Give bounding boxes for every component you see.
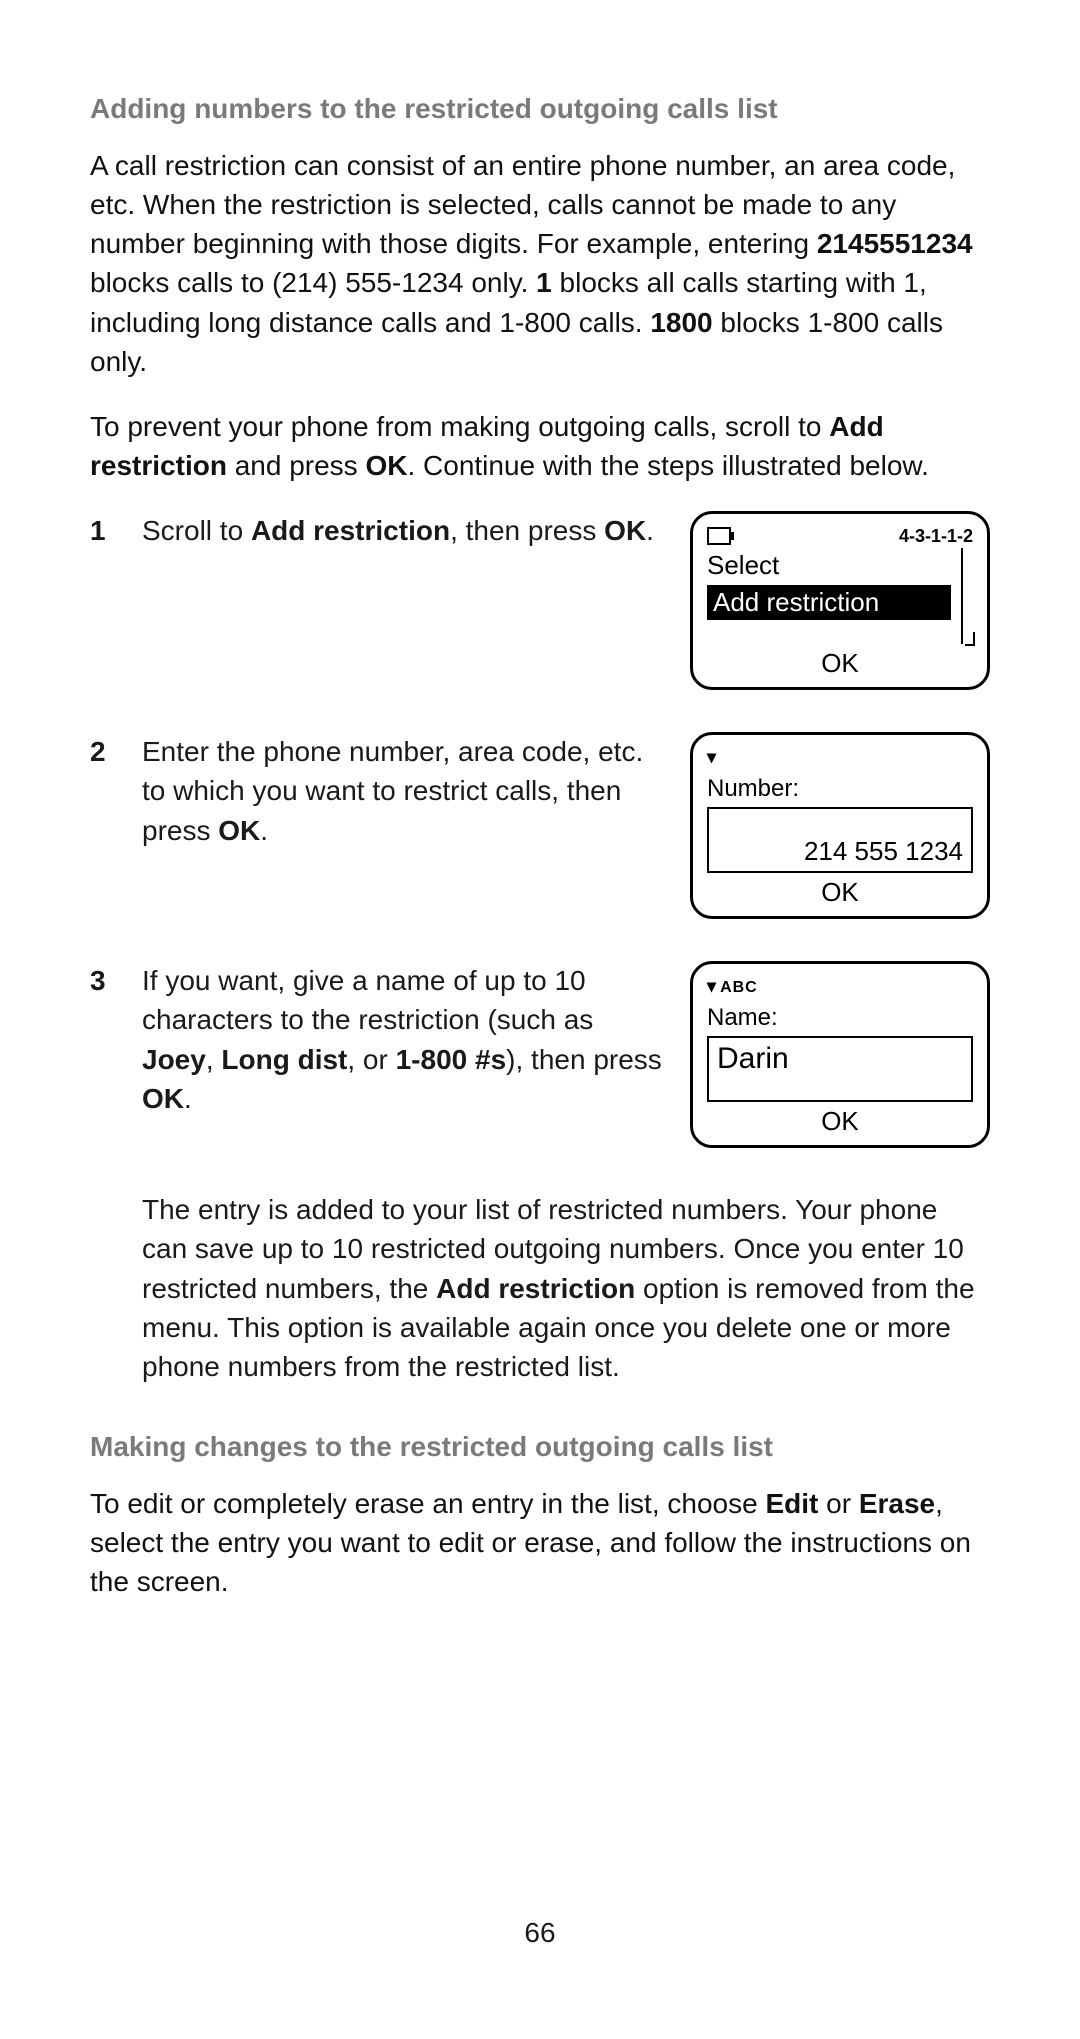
page-number: 66 [0,1917,1080,1949]
step-number: 1 [90,511,120,550]
steps-list: 1 Scroll to Add restriction, then press … [90,511,990,1386]
text-bold: Add restriction [436,1273,635,1304]
text: , then press [450,515,604,546]
step-2: 2 Enter the phone number, area code, etc… [90,732,990,919]
softkey-ok: OK [707,648,973,679]
name-input: Darin [707,1036,973,1102]
text-bold: OK [604,515,646,546]
softkey-ok: OK [707,877,973,908]
text-bold: 1800 [650,307,712,338]
text-bold: 1 [536,267,552,298]
number-input: 214 555 1234 [707,807,973,873]
scrollbar [961,548,973,644]
field-label: Number: [707,775,973,803]
text-bold: OK [365,450,407,481]
screen-highlighted-item: Add restriction [707,585,951,620]
signal-icon: ▾ [707,976,715,996]
status-icons: ▾ ABC [707,976,758,997]
text: . [646,515,654,546]
text: . [184,1083,192,1114]
text-bold: 2145551234 [817,228,973,259]
menu-path: 4-3-1-1-2 [899,526,973,547]
phone-screen-number: ▾ Number: 214 555 1234 OK [690,732,990,919]
step-3-continuation: The entry is added to your list of restr… [142,1190,990,1386]
text-bold: Erase [859,1488,935,1519]
step-number: 3 [90,961,120,1000]
text-bold: Add restriction [251,515,450,546]
text: blocks calls to (214) 555-1234 only. [90,267,536,298]
intro-paragraph-2: To prevent your phone from making outgoi… [90,407,990,485]
input-value: 214 555 1234 [804,836,963,867]
phone-screen-name: ▾ ABC Name: Darin OK [690,961,990,1148]
input-value: Darin [717,1042,789,1076]
text: To edit or completely erase an entry in … [90,1488,765,1519]
step-1: 1 Scroll to Add restriction, then press … [90,511,990,690]
text-bold: OK [218,815,260,846]
text: . [260,815,268,846]
text: . Continue with the steps illustrated be… [407,450,928,481]
text: or [818,1488,858,1519]
edit-paragraph: To edit or completely erase an entry in … [90,1484,990,1602]
signal-icon: ▾ [707,747,715,768]
text: ), then press [506,1044,662,1075]
text: , or [347,1044,395,1075]
text-bold: Long dist [221,1044,347,1075]
input-mode-icon: ABC [720,979,758,996]
intro-paragraph-1: A call restriction can consist of an ent… [90,146,990,381]
softkey-ok: OK [707,1106,973,1137]
text-bold: OK [142,1083,184,1114]
section-heading: Making changes to the restricted outgoin… [90,1428,990,1466]
text-bold: Edit [765,1488,818,1519]
screen-title: Select [707,550,951,581]
step-number: 2 [90,732,120,771]
step-3: 3 If you want, give a name of up to 10 c… [90,961,990,1148]
text: Scroll to [142,515,251,546]
section-heading: Adding numbers to the restricted outgoin… [90,90,990,128]
battery-icon [707,527,731,545]
text: and press [227,450,366,481]
step-text: If you want, give a name of up to 10 cha… [142,961,668,1118]
step-text: Enter the phone number, area code, etc. … [142,732,668,850]
text: To prevent your phone from making outgoi… [90,411,829,442]
text-bold: Joey [142,1044,206,1075]
text-bold: 1-800 #s [396,1044,507,1075]
text: If you want, give a name of up to 10 cha… [142,965,593,1035]
field-label: Name: [707,1004,973,1032]
text: , [206,1044,222,1075]
phone-screen-select: 4-3-1-1-2 Select Add restriction OK [690,511,990,690]
step-text: Scroll to Add restriction, then press OK… [142,511,668,550]
